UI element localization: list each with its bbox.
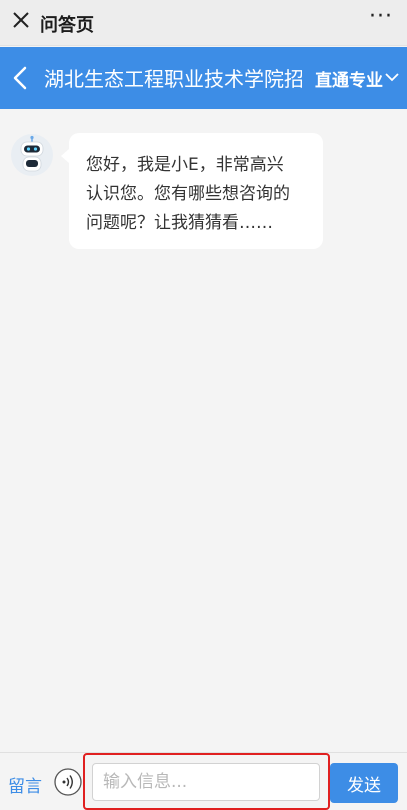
leave-message-button[interactable]: 留言 <box>8 772 42 797</box>
message-input[interactable] <box>92 763 320 801</box>
direct-major-button[interactable]: 直通专业 <box>315 66 383 91</box>
input-highlight-box <box>83 753 330 810</box>
message-line: 问题呢？让我猜猜看…… <box>86 213 273 233</box>
message-line: 认识您。您有哪些想咨询的 <box>86 184 290 204</box>
window-title: 问答页 <box>40 15 94 36</box>
robot-icon <box>11 134 53 176</box>
page-header: 湖北生态工程职业技术学院招 直通专业 <box>0 47 407 109</box>
chevron-down-icon[interactable] <box>384 71 400 83</box>
voice-icon[interactable] <box>53 767 83 797</box>
input-bar: 留言 发送 <box>0 752 407 810</box>
send-button[interactable]: 发送 <box>330 763 398 803</box>
system-title-bar: 问答页 ··· <box>0 0 407 46</box>
more-options-button[interactable]: ··· <box>369 4 393 29</box>
back-chevron-icon[interactable] <box>8 61 32 95</box>
close-icon[interactable] <box>10 9 32 31</box>
message-line: 您好，我是小E，非常高兴 <box>86 155 284 175</box>
header-title: 湖北生态工程职业技术学院招 <box>44 67 302 91</box>
bot-message-bubble: 您好，我是小E，非常高兴 认识您。您有哪些想咨询的 问题呢？让我猜猜看…… <box>61 133 323 249</box>
